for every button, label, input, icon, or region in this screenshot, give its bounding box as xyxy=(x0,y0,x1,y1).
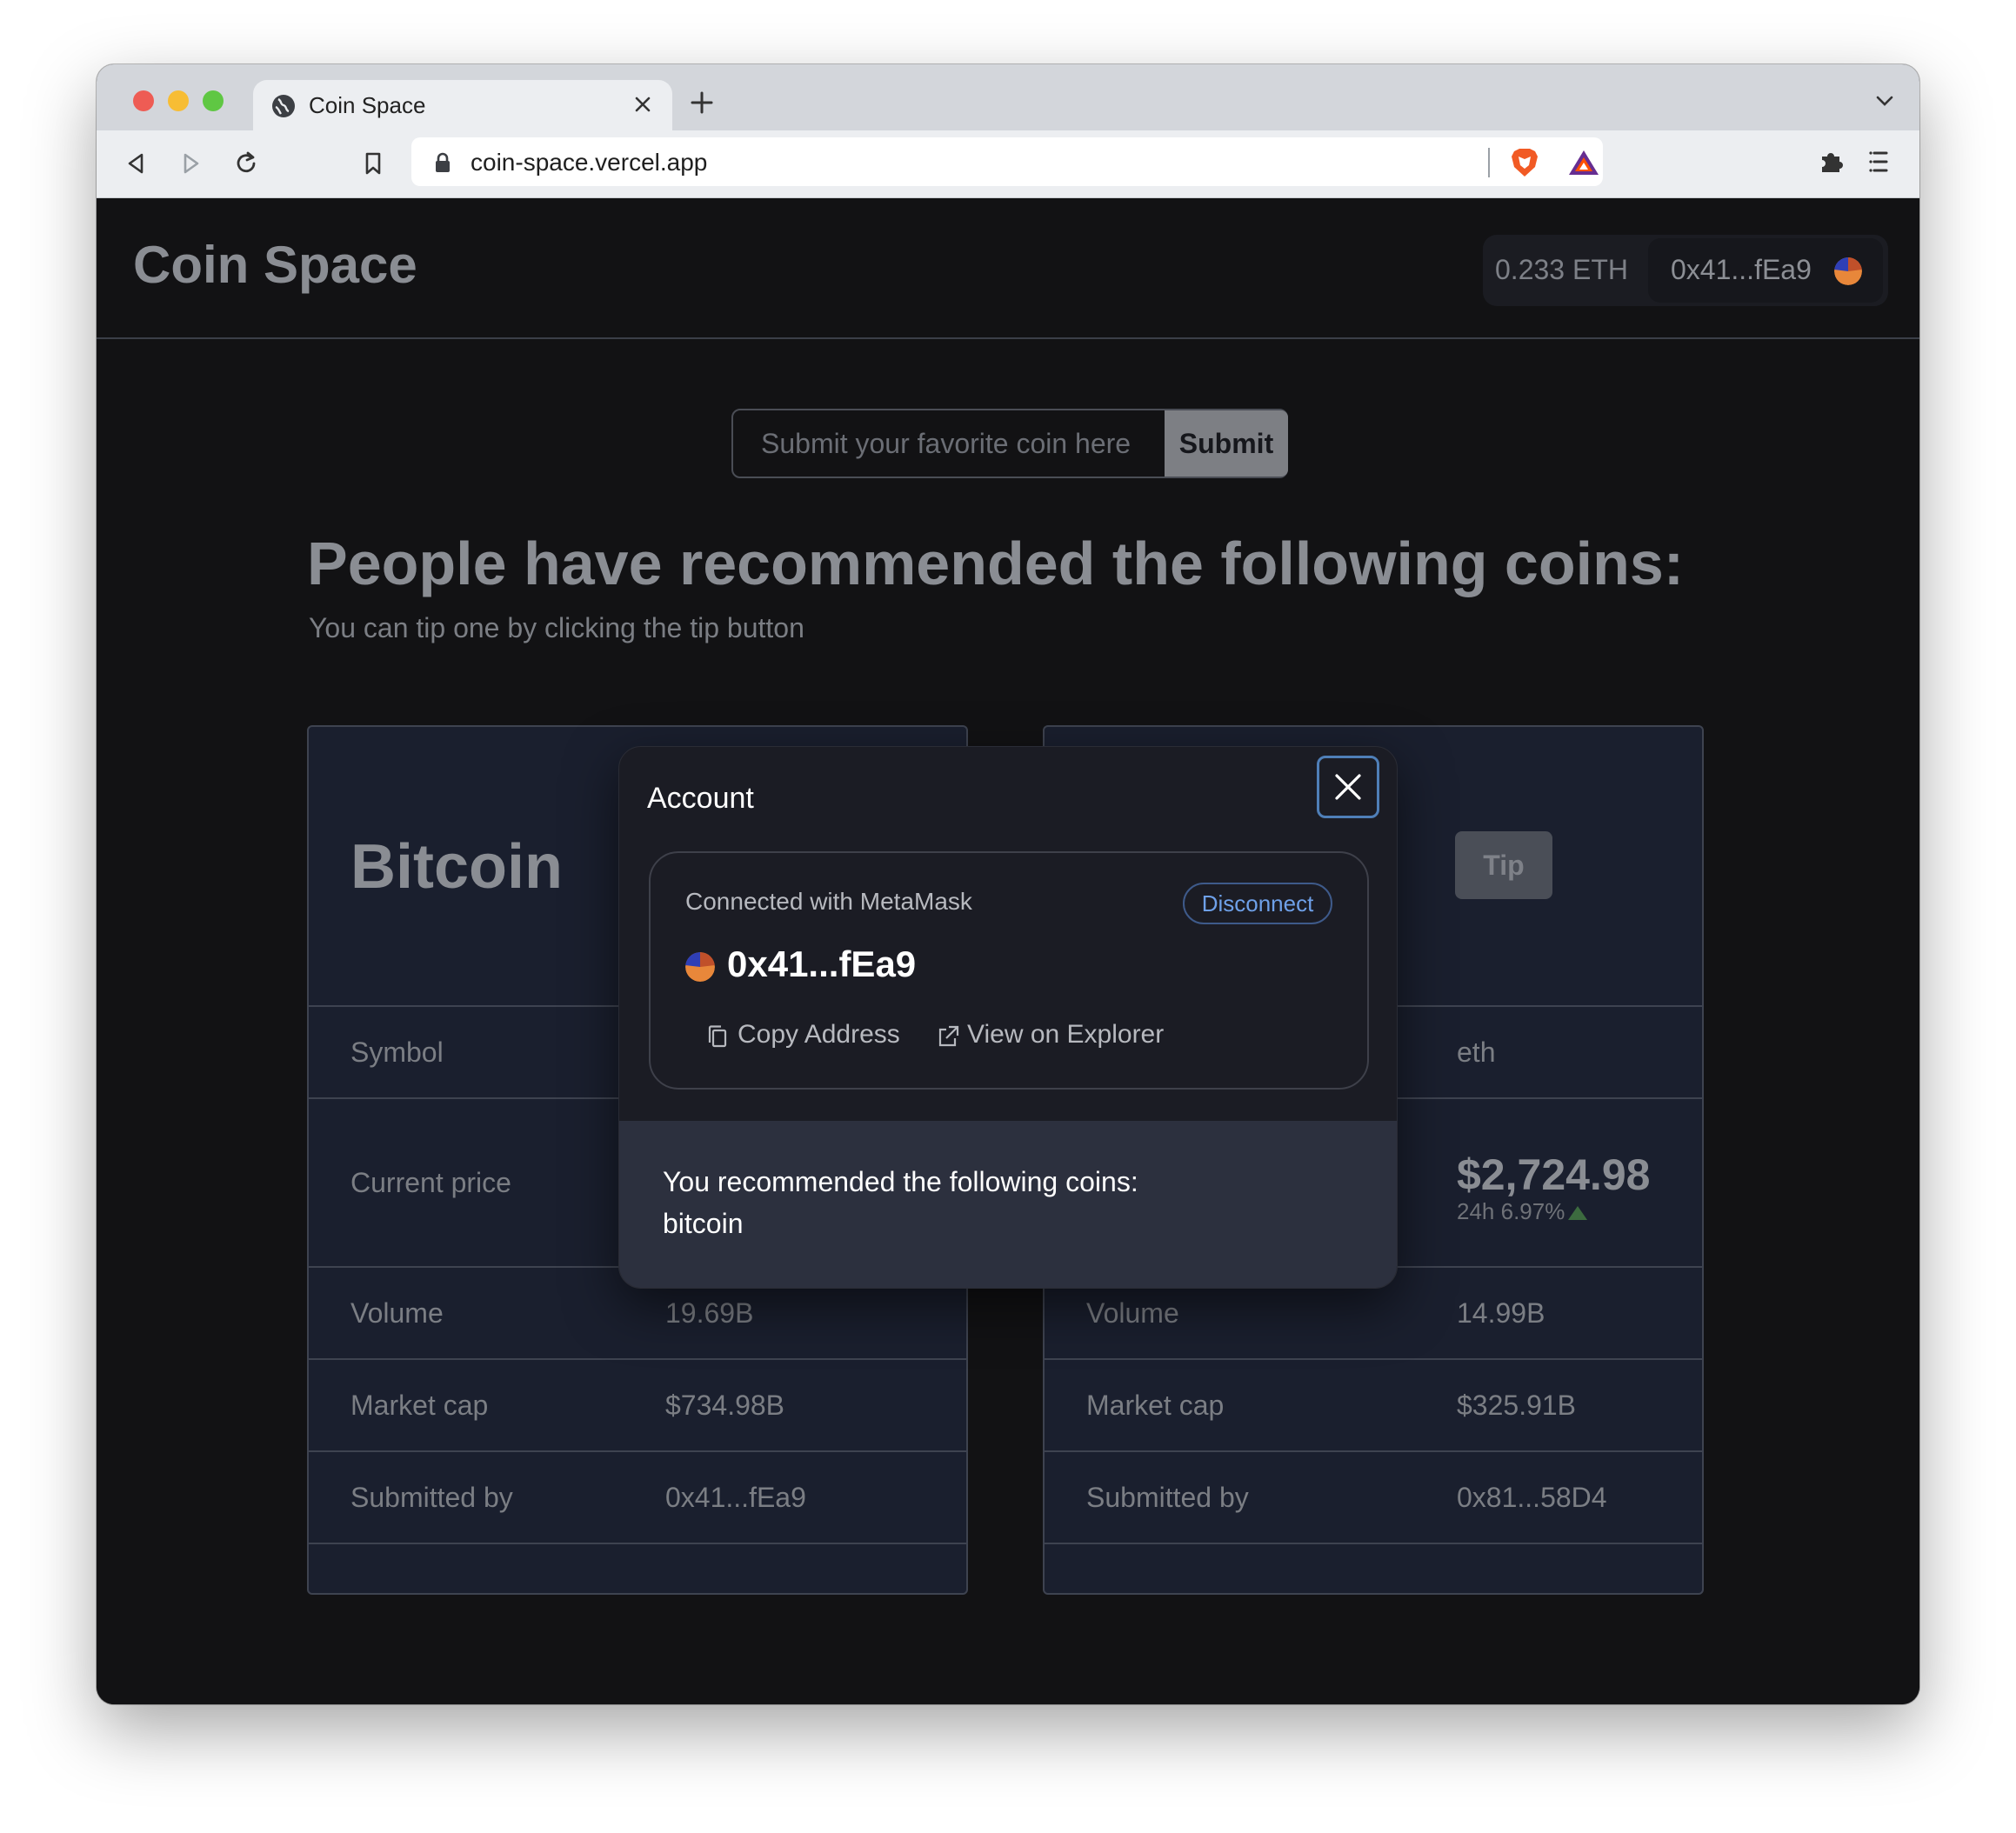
submitted-by-value: 0x41...fEa9 xyxy=(665,1482,806,1513)
bookmark-icon[interactable] xyxy=(357,148,389,179)
connected-account-box: Connected with MetaMask Disconnect 0x41.… xyxy=(649,851,1369,1090)
puzzle-icon[interactable] xyxy=(1815,146,1846,177)
brave-lion-icon[interactable] xyxy=(1509,146,1540,179)
window-close-button[interactable] xyxy=(133,90,154,111)
submit-coin-form: Submit xyxy=(731,409,1288,478)
modal-footer: You recommended the following coins: bit… xyxy=(619,1121,1397,1288)
current-price-label: Current price xyxy=(350,1167,511,1198)
market-cap-value: $325.91B xyxy=(1457,1390,1577,1421)
close-icon[interactable] xyxy=(629,90,657,118)
menu-icon[interactable] xyxy=(1867,148,1893,176)
coin-name: Bitcoin xyxy=(350,832,563,902)
coin-input[interactable] xyxy=(733,410,1163,477)
market-cap-value: $734.98B xyxy=(665,1390,785,1421)
card-footer-row xyxy=(1045,1543,1702,1593)
modal-close-button[interactable] xyxy=(1317,756,1379,818)
plus-icon[interactable] xyxy=(688,89,716,117)
url-text: coin-space.vercel.app xyxy=(471,149,708,176)
connected-with-label: Connected with MetaMask xyxy=(685,888,972,915)
volume-label: Volume xyxy=(1086,1297,1179,1329)
globe-icon xyxy=(272,95,295,117)
external-link-icon xyxy=(938,1025,959,1047)
recommended-coins-list: bitcoin xyxy=(663,1208,744,1239)
market-cap-row: Market cap $734.98B xyxy=(309,1358,966,1450)
copy-address-label: Copy Address xyxy=(738,1020,900,1049)
modal-account-address: 0x41...fEa9 xyxy=(727,943,917,984)
submitted-by-row: Submitted by 0x81...58D4 xyxy=(1045,1450,1702,1543)
symbol-label: Symbol xyxy=(350,1036,444,1068)
submitted-by-value: 0x81...58D4 xyxy=(1457,1482,1607,1513)
browser-window: Coin Space coin-space.vercel.app Coin Sp… xyxy=(97,64,1919,1704)
submitted-by-label: Submitted by xyxy=(350,1482,513,1513)
account-pill: 0.233 ETH 0x41...fEa9 xyxy=(1483,235,1888,306)
volume-label: Volume xyxy=(350,1297,444,1329)
app-header: Coin Space 0.233 ETH 0x41...fEa9 xyxy=(97,198,1919,339)
browser-tab[interactable]: Coin Space xyxy=(253,80,672,130)
volume-value: 14.99B xyxy=(1457,1297,1545,1329)
market-cap-label: Market cap xyxy=(350,1390,489,1421)
account-button[interactable]: 0x41...fEa9 xyxy=(1648,238,1883,303)
tab-title: Coin Space xyxy=(309,92,426,118)
close-icon xyxy=(1335,774,1361,800)
address-bar-divider xyxy=(1488,148,1490,177)
market-cap-label: Market cap xyxy=(1086,1390,1225,1421)
account-modal: Account Connected with MetaMask Disconne… xyxy=(618,746,1398,1289)
account-address: 0x41...fEa9 xyxy=(1671,254,1812,285)
lock-icon xyxy=(436,152,450,172)
window-minimize-button[interactable] xyxy=(168,90,189,111)
volume-value: 19.69B xyxy=(665,1297,754,1329)
account-avatar xyxy=(1834,257,1862,285)
browser-toolbar: coin-space.vercel.app xyxy=(97,130,1919,198)
disconnect-button[interactable]: Disconnect xyxy=(1183,883,1332,924)
submit-button[interactable]: Submit xyxy=(1165,410,1288,477)
page-headline: People have recommended the following co… xyxy=(307,530,1685,597)
bat-triangle-icon[interactable] xyxy=(1566,148,1601,177)
eth-balance: 0.233 ETH xyxy=(1495,254,1628,285)
submitted-by-label: Submitted by xyxy=(1086,1482,1249,1513)
tip-button[interactable]: Tip xyxy=(1455,831,1552,899)
market-cap-row: Market cap $325.91B xyxy=(1045,1358,1702,1450)
tab-bar: Coin Space xyxy=(97,64,1919,130)
window-zoom-button[interactable] xyxy=(203,90,224,111)
forward-icon[interactable] xyxy=(175,148,206,179)
page-subline: You can tip one by clicking the tip butt… xyxy=(309,612,804,643)
back-icon[interactable] xyxy=(121,148,152,179)
up-arrow-icon xyxy=(1568,1206,1588,1220)
view-on-explorer-label: View on Explorer xyxy=(967,1020,1165,1049)
recommended-coins-label: You recommended the following coins: xyxy=(663,1166,1138,1197)
reload-icon[interactable] xyxy=(230,148,262,179)
price-value: $2,724.98 xyxy=(1457,1150,1651,1199)
submitted-by-row: Submitted by 0x41...fEa9 xyxy=(309,1450,966,1543)
card-footer-row xyxy=(309,1543,966,1593)
price-change-24h: 24h 6.97% xyxy=(1457,1198,1588,1225)
account-avatar xyxy=(685,952,715,982)
modal-title: Account xyxy=(647,782,754,815)
chevron-down-icon[interactable] xyxy=(1874,92,1895,110)
symbol-value: eth xyxy=(1457,1036,1496,1068)
page-content: Coin Space 0.233 ETH 0x41...fEa9 Submit … xyxy=(97,198,1919,1704)
address-bar[interactable]: coin-space.vercel.app xyxy=(411,137,1603,186)
price-change-text: 24h 6.97% xyxy=(1457,1198,1565,1224)
brand-title[interactable]: Coin Space xyxy=(133,235,417,295)
copy-icon xyxy=(708,1025,727,1048)
